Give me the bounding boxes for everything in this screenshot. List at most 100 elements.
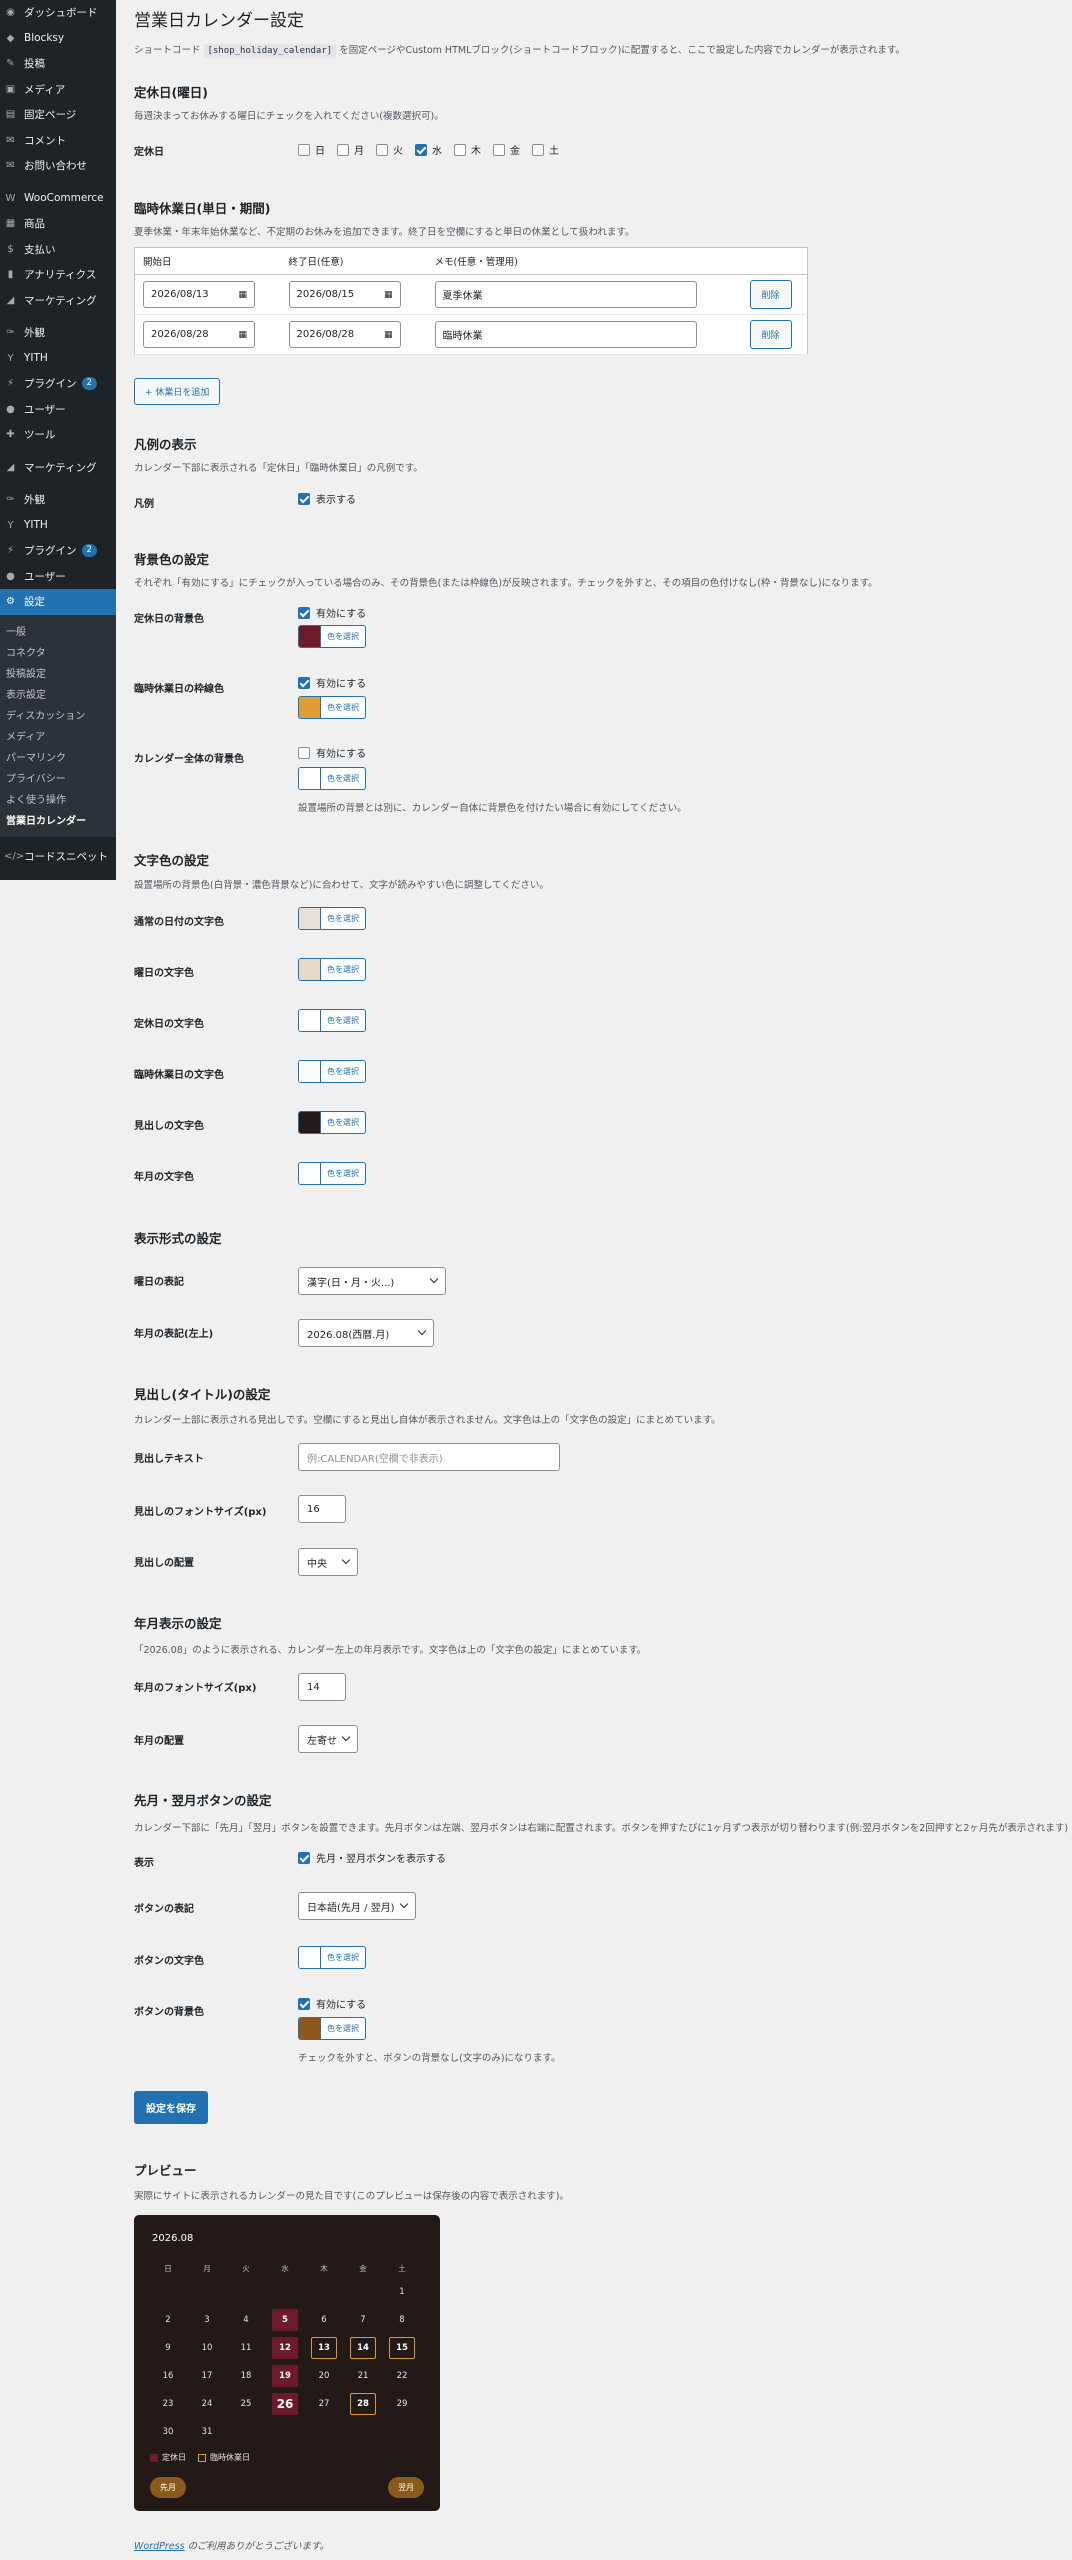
- add-holiday-button[interactable]: + 休業日を追加: [134, 378, 221, 405]
- text-color-title: 文字色の設定: [134, 853, 210, 868]
- submenu-item-6[interactable]: パーマリンク: [0, 746, 116, 767]
- bg-calendar-color-picker[interactable]: 色を選択: [298, 767, 366, 790]
- megaphone-icon: ◢: [6, 461, 15, 473]
- sidebar-item-items-9[interactable]: $ 支払い: [0, 237, 116, 263]
- sidebar-item-items-11[interactable]: ◢ マーケティング: [0, 288, 116, 314]
- sidebar-item-items2-0[interactable]: ◢ マーケティング: [0, 455, 116, 481]
- bg-regular-color-picker[interactable]: 色を選択: [298, 625, 366, 648]
- submenu-item-8[interactable]: よく使う操作: [0, 788, 116, 809]
- calendar-next-button[interactable]: 翌月: [388, 2477, 424, 2498]
- dow-format-select[interactable]: 漢字(日・月・火...): [298, 1267, 446, 1295]
- nav-color-picker[interactable]: 色を選択: [298, 1946, 366, 1969]
- sidebar-item-items-12[interactable]: ✑ 外観: [0, 320, 116, 346]
- sidebar-item-code-snippets[interactable]: </> コードスニペット: [0, 844, 116, 870]
- settings-icon: ⚙: [6, 596, 15, 608]
- plugin-icon: ⚡: [6, 378, 15, 390]
- nav-bg-label: ボタンの背景色: [134, 2007, 204, 2018]
- heading-align-select[interactable]: 中央: [298, 1548, 358, 1576]
- text-color-picker-1[interactable]: 色を選択: [298, 958, 366, 981]
- sidebar-item-items-13[interactable]: Y YITH: [0, 346, 116, 372]
- sidebar-item-items-0[interactable]: ◉ ダッシュボード: [0, 0, 116, 26]
- sidebar-item-items-10[interactable]: ▮ アナリティクス: [0, 262, 116, 288]
- user-icon: ●: [6, 570, 15, 582]
- bg-temp-enable-checkbox[interactable]: 有効にする: [298, 675, 366, 690]
- sidebar-item-items-3[interactable]: ▣ メディア: [0, 77, 116, 103]
- sidebar-item-items2-3[interactable]: ⚡ プラグイン 2: [0, 538, 116, 564]
- end-date-input[interactable]: 2026/08/15 ▦: [288, 281, 401, 308]
- nav-buttons-title: 先月・翌月ボタンの設定: [134, 1793, 272, 1808]
- sidebar-item-items-8[interactable]: ▦ 商品: [0, 211, 116, 237]
- weekday-checkbox-2[interactable]: 火: [376, 142, 403, 157]
- submenu-item-3[interactable]: 表示設定: [0, 683, 116, 704]
- start-date-input[interactable]: 2026/08/28 ▦: [143, 321, 255, 348]
- text-color-picker-2[interactable]: 色を選択: [298, 1009, 366, 1032]
- calendar-day: 30: [162, 2427, 174, 2437]
- text-color-picker-4[interactable]: 色を選択: [298, 1111, 366, 1134]
- weekday-header: 木: [320, 2264, 328, 2273]
- memo-input[interactable]: 夏季休業: [434, 281, 697, 308]
- sidebar-item-items-16[interactable]: ✚ ツール: [0, 422, 116, 448]
- submenu-item-5[interactable]: メディア: [0, 725, 116, 746]
- sidebar-item-items-4[interactable]: ▤ 固定ページ: [0, 102, 116, 128]
- sidebar-item-items-6[interactable]: ✉ お問い合わせ: [0, 153, 116, 179]
- bg-temp-color-picker[interactable]: 色を選択: [298, 696, 366, 719]
- calendar-day: 13: [311, 2337, 337, 2359]
- calendar-day: 29: [396, 2399, 408, 2409]
- weekday-checkbox-1[interactable]: 月: [337, 142, 364, 157]
- sidebar-item-items2-1[interactable]: ✑ 外観: [0, 487, 116, 513]
- ym-format-label: 年月の表記(左上): [134, 1329, 214, 1340]
- calendar-day: 25: [240, 2399, 252, 2409]
- submenu-item-0[interactable]: 一般: [0, 620, 116, 641]
- sidebar-item-items2-2[interactable]: Y YITH: [0, 513, 116, 539]
- weekday-checkbox-5[interactable]: 金: [493, 142, 520, 157]
- delete-row-button[interactable]: 削除: [749, 320, 792, 349]
- memo-input[interactable]: 臨時休業: [434, 321, 697, 348]
- nav-bg-color-picker[interactable]: 色を選択: [298, 2017, 366, 2040]
- submenu-item-2[interactable]: 投稿設定: [0, 662, 116, 683]
- heading-text-input[interactable]: 例:CALENDAR(空欄で非表示): [298, 1443, 560, 1471]
- save-button[interactable]: 設定を保存: [134, 2091, 208, 2124]
- weekday-header: 火: [242, 2264, 250, 2273]
- user-icon: ●: [6, 403, 15, 415]
- nav-bg-enable-checkbox[interactable]: 有効にする: [298, 1996, 366, 2011]
- text-color-picker-5[interactable]: 色を選択: [298, 1162, 366, 1185]
- wordpress-link[interactable]: WordPress: [134, 2541, 185, 2552]
- submenu-item-9[interactable]: 営業日カレンダー: [0, 809, 116, 830]
- submenu-item-4[interactable]: ディスカッション: [0, 704, 116, 725]
- delete-row-button[interactable]: 削除: [749, 280, 792, 309]
- submenu-item-1[interactable]: コネクタ: [0, 641, 116, 662]
- bg-calendar-enable-checkbox[interactable]: 有効にする: [298, 745, 366, 760]
- sidebar-item-items-14[interactable]: ⚡ プラグイン 2: [0, 371, 116, 397]
- sidebar-item-items-1[interactable]: ◆ Blocksy: [0, 26, 116, 52]
- sidebar-item-items-15[interactable]: ● ユーザー: [0, 397, 116, 423]
- end-date-input[interactable]: 2026/08/28 ▦: [288, 321, 401, 348]
- submenu-item-7[interactable]: プライバシー: [0, 767, 116, 788]
- sidebar-item-items-7[interactable]: W WooCommerce: [0, 186, 116, 212]
- sidebar-item-items2-5[interactable]: ⚙ 設定: [0, 589, 116, 615]
- nav-show-checkbox[interactable]: 先月・翌月ボタンを表示する: [298, 1850, 446, 1865]
- text-color-picker-3[interactable]: 色を選択: [298, 1060, 366, 1083]
- calendar-prev-button[interactable]: 先月: [150, 2477, 186, 2498]
- text-color-label-1: 曜日の文字色: [134, 968, 194, 979]
- start-date-input[interactable]: 2026/08/13 ▦: [143, 281, 255, 308]
- calendar-day: 7: [360, 2315, 366, 2325]
- sidebar-item-items2-4[interactable]: ● ユーザー: [0, 564, 116, 590]
- weekday-checkbox-3[interactable]: 水: [415, 142, 442, 157]
- calendar-day: 2: [165, 2315, 171, 2325]
- ym-format-select[interactable]: 2026.08(西暦.月): [298, 1319, 434, 1347]
- heading-size-input[interactable]: 16: [298, 1495, 346, 1523]
- bg-regular-enable-checkbox[interactable]: 有効にする: [298, 605, 366, 620]
- sidebar-item-items-5[interactable]: ✉ コメント: [0, 128, 116, 154]
- calendar-day: 31: [201, 2427, 213, 2437]
- text-color-picker-0[interactable]: 色を選択: [298, 907, 366, 930]
- weekday-checkbox-0[interactable]: 日: [298, 142, 325, 157]
- nav-style-select[interactable]: 日本語(先月 / 翌月): [298, 1892, 416, 1920]
- temp-desc: 夏季休業・年末年始休業など、不定期のお休みを追加できます。終了日を空欄にすると単…: [134, 227, 635, 238]
- weekday-checkbox-4[interactable]: 木: [454, 142, 481, 157]
- ym-align-select[interactable]: 左寄せ: [298, 1725, 358, 1753]
- menu-overlap: [0, 447, 116, 455]
- weekday-checkbox-6[interactable]: 土: [532, 142, 559, 157]
- sidebar-item-items-2[interactable]: ✎ 投稿: [0, 51, 116, 77]
- legend-show-checkbox[interactable]: 表示する: [298, 491, 356, 506]
- ym-size-input[interactable]: 14: [298, 1673, 346, 1701]
